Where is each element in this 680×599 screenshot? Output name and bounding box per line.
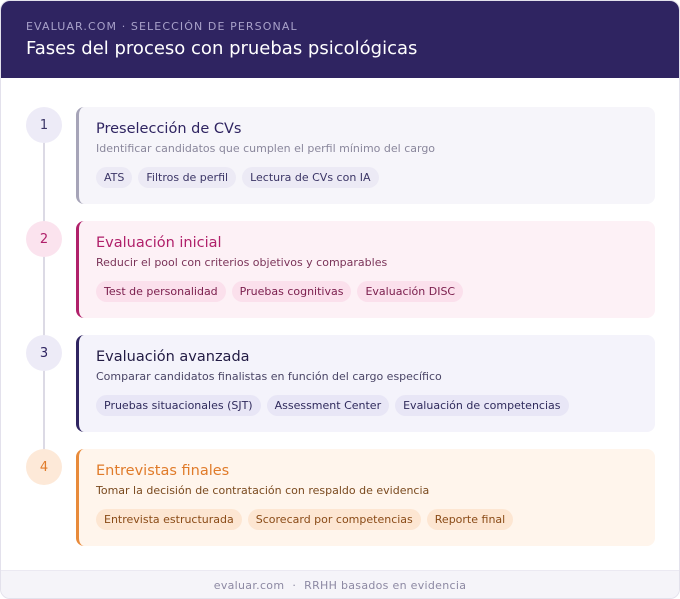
header-eyebrow: EVALUAR.COM · SELECCIÓN DE PERSONAL	[26, 20, 298, 33]
phase-1-tag: Filtros de perfil	[138, 167, 237, 188]
phase-4-tags: Entrevista estructurada Scorecard por co…	[96, 509, 514, 530]
phase-2-tag: Pruebas cognitivas	[231, 281, 352, 302]
phase-3-tag: Pruebas situacionales (SJT)	[96, 395, 261, 416]
phase-2-tag: Evaluación DISC	[357, 281, 464, 302]
phase-4-tag: Scorecard por competencias	[247, 509, 421, 530]
phase-2-description: Reducir el pool con criterios objetivos …	[96, 256, 388, 269]
phase-1-card: Preselección de CVs Identificar candidat…	[76, 107, 655, 204]
phase-4-description: Tomar la decisión de contratación con re…	[96, 484, 430, 497]
phase-4-tag: Reporte final	[426, 509, 514, 530]
phase-2-tags: Test de personalidad Pruebas cognitivas …	[96, 281, 464, 302]
footer-separator: ·	[292, 578, 297, 592]
phase-3-title: Evaluación avanzada	[96, 349, 250, 365]
phase-4-card: Entrevistas finales Tomar la decisión de…	[76, 449, 655, 546]
phase-2-tag: Test de personalidad	[96, 281, 226, 302]
phase-2-number-badge: 2	[26, 221, 62, 257]
phase-1-number-badge: 1	[26, 107, 62, 143]
phase-4-tag: Entrevista estructurada	[96, 509, 242, 530]
footer-tagline: RRHH basados en evidencia	[304, 578, 467, 592]
phase-3-card: Evaluación avanzada Comparar candidatos …	[76, 335, 655, 432]
footer-site-link[interactable]: evaluar.com	[214, 579, 285, 592]
phase-1-tag: Lectura de CVs con IA	[242, 167, 379, 188]
phase-1-tag: ATS	[96, 167, 133, 188]
phase-2-title: Evaluación inicial	[96, 235, 222, 251]
phase-3-tags: Pruebas situacionales (SJT) Assessment C…	[96, 395, 569, 416]
phase-2-card: Evaluación inicial Reducir el pool con c…	[76, 221, 655, 318]
phase-1-description: Identificar candidatos que cumplen el pe…	[96, 142, 436, 155]
phase-3-tag: Assessment Center	[266, 395, 390, 416]
phase-4-title: Entrevistas finales	[96, 463, 230, 479]
process-card: EVALUAR.COM · SELECCIÓN DE PERSONAL Fase…	[0, 0, 680, 599]
phase-1-title: Preselección de CVs	[96, 121, 242, 137]
header: EVALUAR.COM · SELECCIÓN DE PERSONAL Fase…	[1, 1, 679, 78]
phase-1-tags: ATS Filtros de perfil Lectura de CVs con…	[96, 167, 379, 188]
footer: evaluar.com · RRHH basados en evidencia	[1, 570, 679, 598]
phase-3-tag: Evaluación de competencias	[395, 395, 569, 416]
phase-3-number-badge: 3	[26, 335, 62, 371]
phase-4-number-badge: 4	[26, 449, 62, 485]
page-title: Fases del proceso con pruebas psicológic…	[26, 38, 418, 59]
phase-3-description: Comparar candidatos finalistas en funció…	[96, 370, 442, 383]
timeline-connector	[43, 142, 45, 467]
